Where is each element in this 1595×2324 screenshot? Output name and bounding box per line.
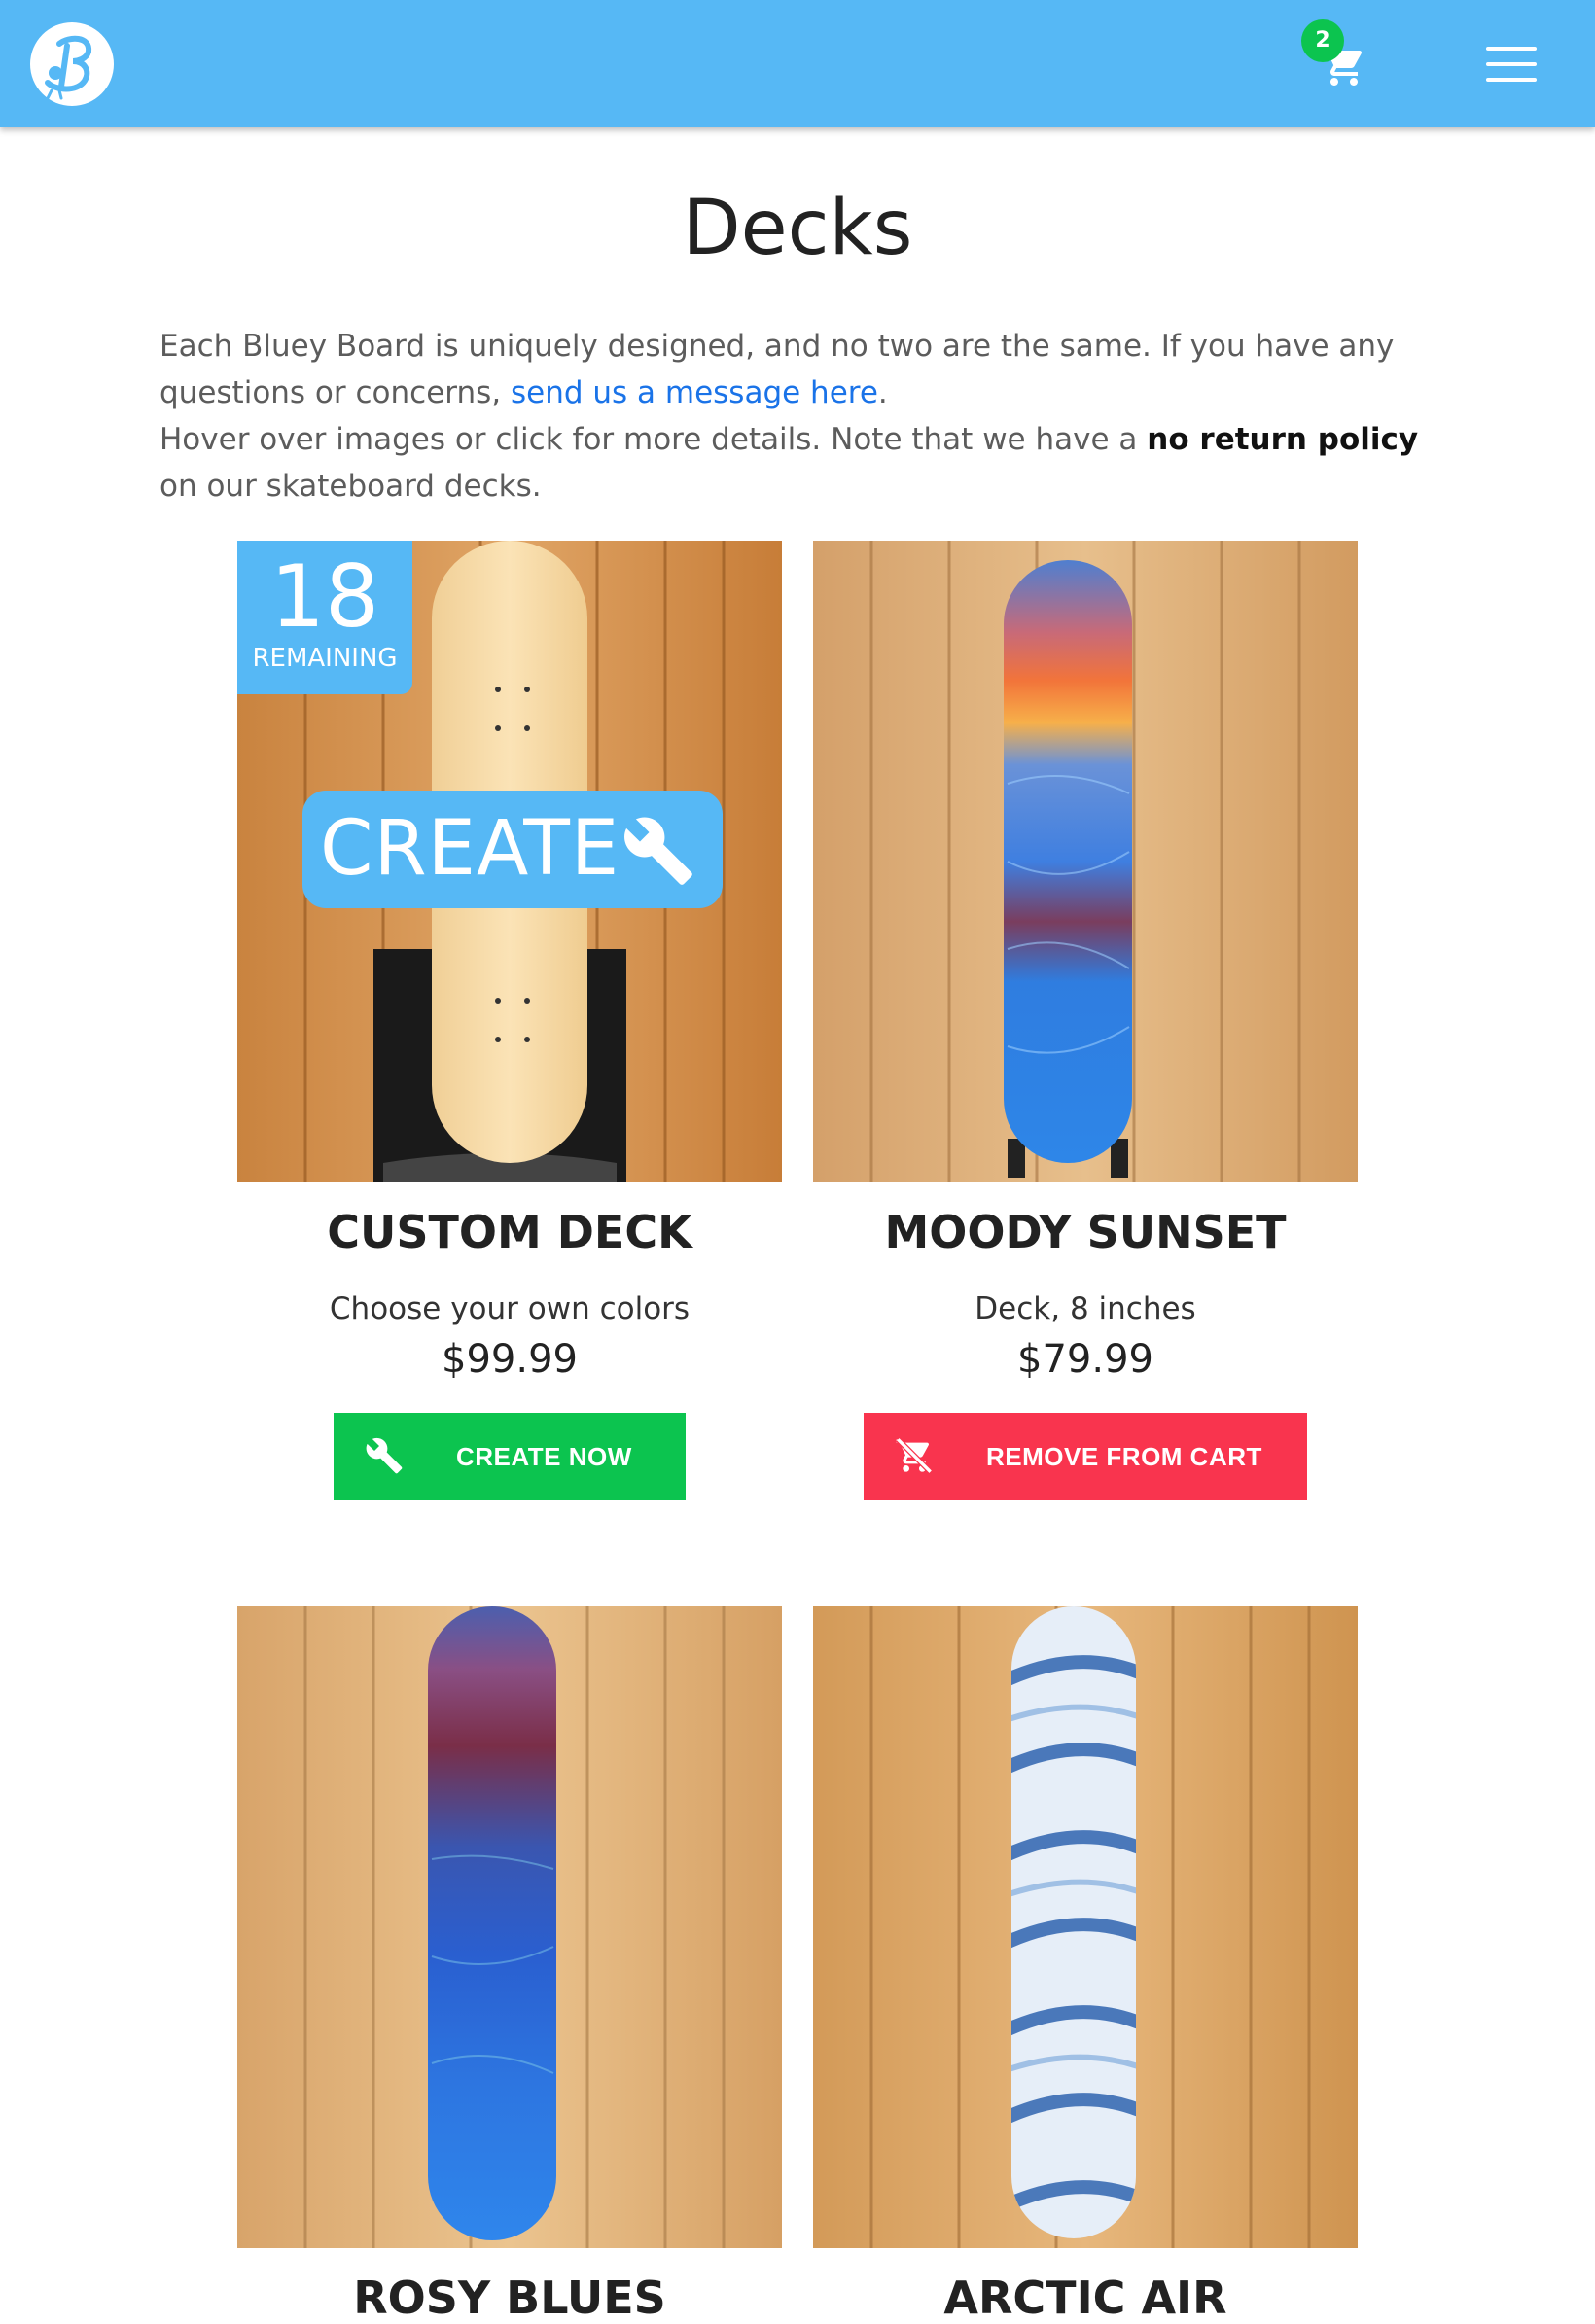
product-title[interactable]: ARCTIC AIR <box>813 2271 1358 2324</box>
product-title[interactable]: MOODY SUNSET <box>813 1206 1358 1258</box>
product-price: $79.99 <box>1017 1337 1153 1382</box>
product-subtitle: Choose your own colors <box>329 1291 691 1326</box>
remaining-label: REMAINING <box>252 644 398 673</box>
wrench-icon <box>366 1437 403 1474</box>
no-return-policy-text: no return policy <box>1147 422 1419 457</box>
remove-from-cart-button[interactable]: REMOVE FROM CART <box>864 1413 1307 1500</box>
intro-line2: Hover over images or click for more deta… <box>160 422 1148 457</box>
intro-text: Each Bluey Board is uniquely designed, a… <box>160 323 1443 510</box>
remove-from-cart-label: REMOVE FROM CART <box>986 1442 1262 1471</box>
remaining-badge: 18 REMAINING <box>237 541 412 694</box>
create-overlay-button[interactable]: CREATE <box>302 791 723 908</box>
send-message-link[interactable]: send us a message here <box>511 375 878 410</box>
remove-from-cart-icon <box>896 1437 933 1474</box>
rosy-blues-image[interactable] <box>237 1606 782 2248</box>
remaining-count: 18 <box>270 546 379 647</box>
moody-sunset-image[interactable] <box>813 541 1358 1182</box>
cart-count-badge: 2 <box>1301 19 1344 62</box>
product-title[interactable]: CUSTOM DECK <box>237 1206 782 1258</box>
create-now-button[interactable]: CREATE NOW <box>334 1413 686 1500</box>
top-navbar: 2 <box>0 0 1595 127</box>
arctic-air-image[interactable] <box>813 1606 1358 2248</box>
intro-line1-end: . <box>877 375 888 410</box>
intro-line2-end: on our skateboard decks. <box>160 469 542 504</box>
create-now-label: CREATE NOW <box>456 1442 632 1471</box>
hamburger-menu-icon[interactable] <box>1486 47 1537 82</box>
bluey-bird-logo-icon[interactable] <box>30 22 114 106</box>
product-subtitle: Deck, 8 inches <box>975 1291 1196 1326</box>
create-overlay-label: CREATE <box>320 805 620 893</box>
product-price: $99.99 <box>442 1337 578 1382</box>
product-title[interactable]: ROSY BLUES <box>237 2271 782 2324</box>
page-title: Decks <box>682 185 913 272</box>
wrench-icon <box>624 817 692 885</box>
